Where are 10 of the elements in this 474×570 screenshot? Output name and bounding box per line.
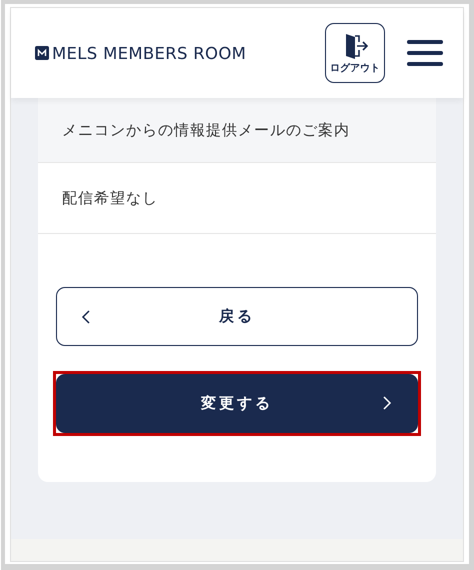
logo-icon — [35, 46, 49, 60]
chevron-right-icon — [382, 395, 392, 411]
brand-name: MELS MEMBERS ROOM — [52, 44, 246, 62]
back-button[interactable]: 戻る — [56, 287, 418, 346]
change-button[interactable]: 変更する — [56, 374, 418, 433]
menu-icon[interactable] — [407, 39, 443, 67]
section-heading: メニコンからの情報提供メールのご案内 — [38, 98, 436, 163]
chevron-left-icon — [81, 309, 91, 325]
logout-button[interactable]: ログアウト — [325, 23, 385, 83]
setting-value: 配信希望なし — [38, 163, 436, 234]
